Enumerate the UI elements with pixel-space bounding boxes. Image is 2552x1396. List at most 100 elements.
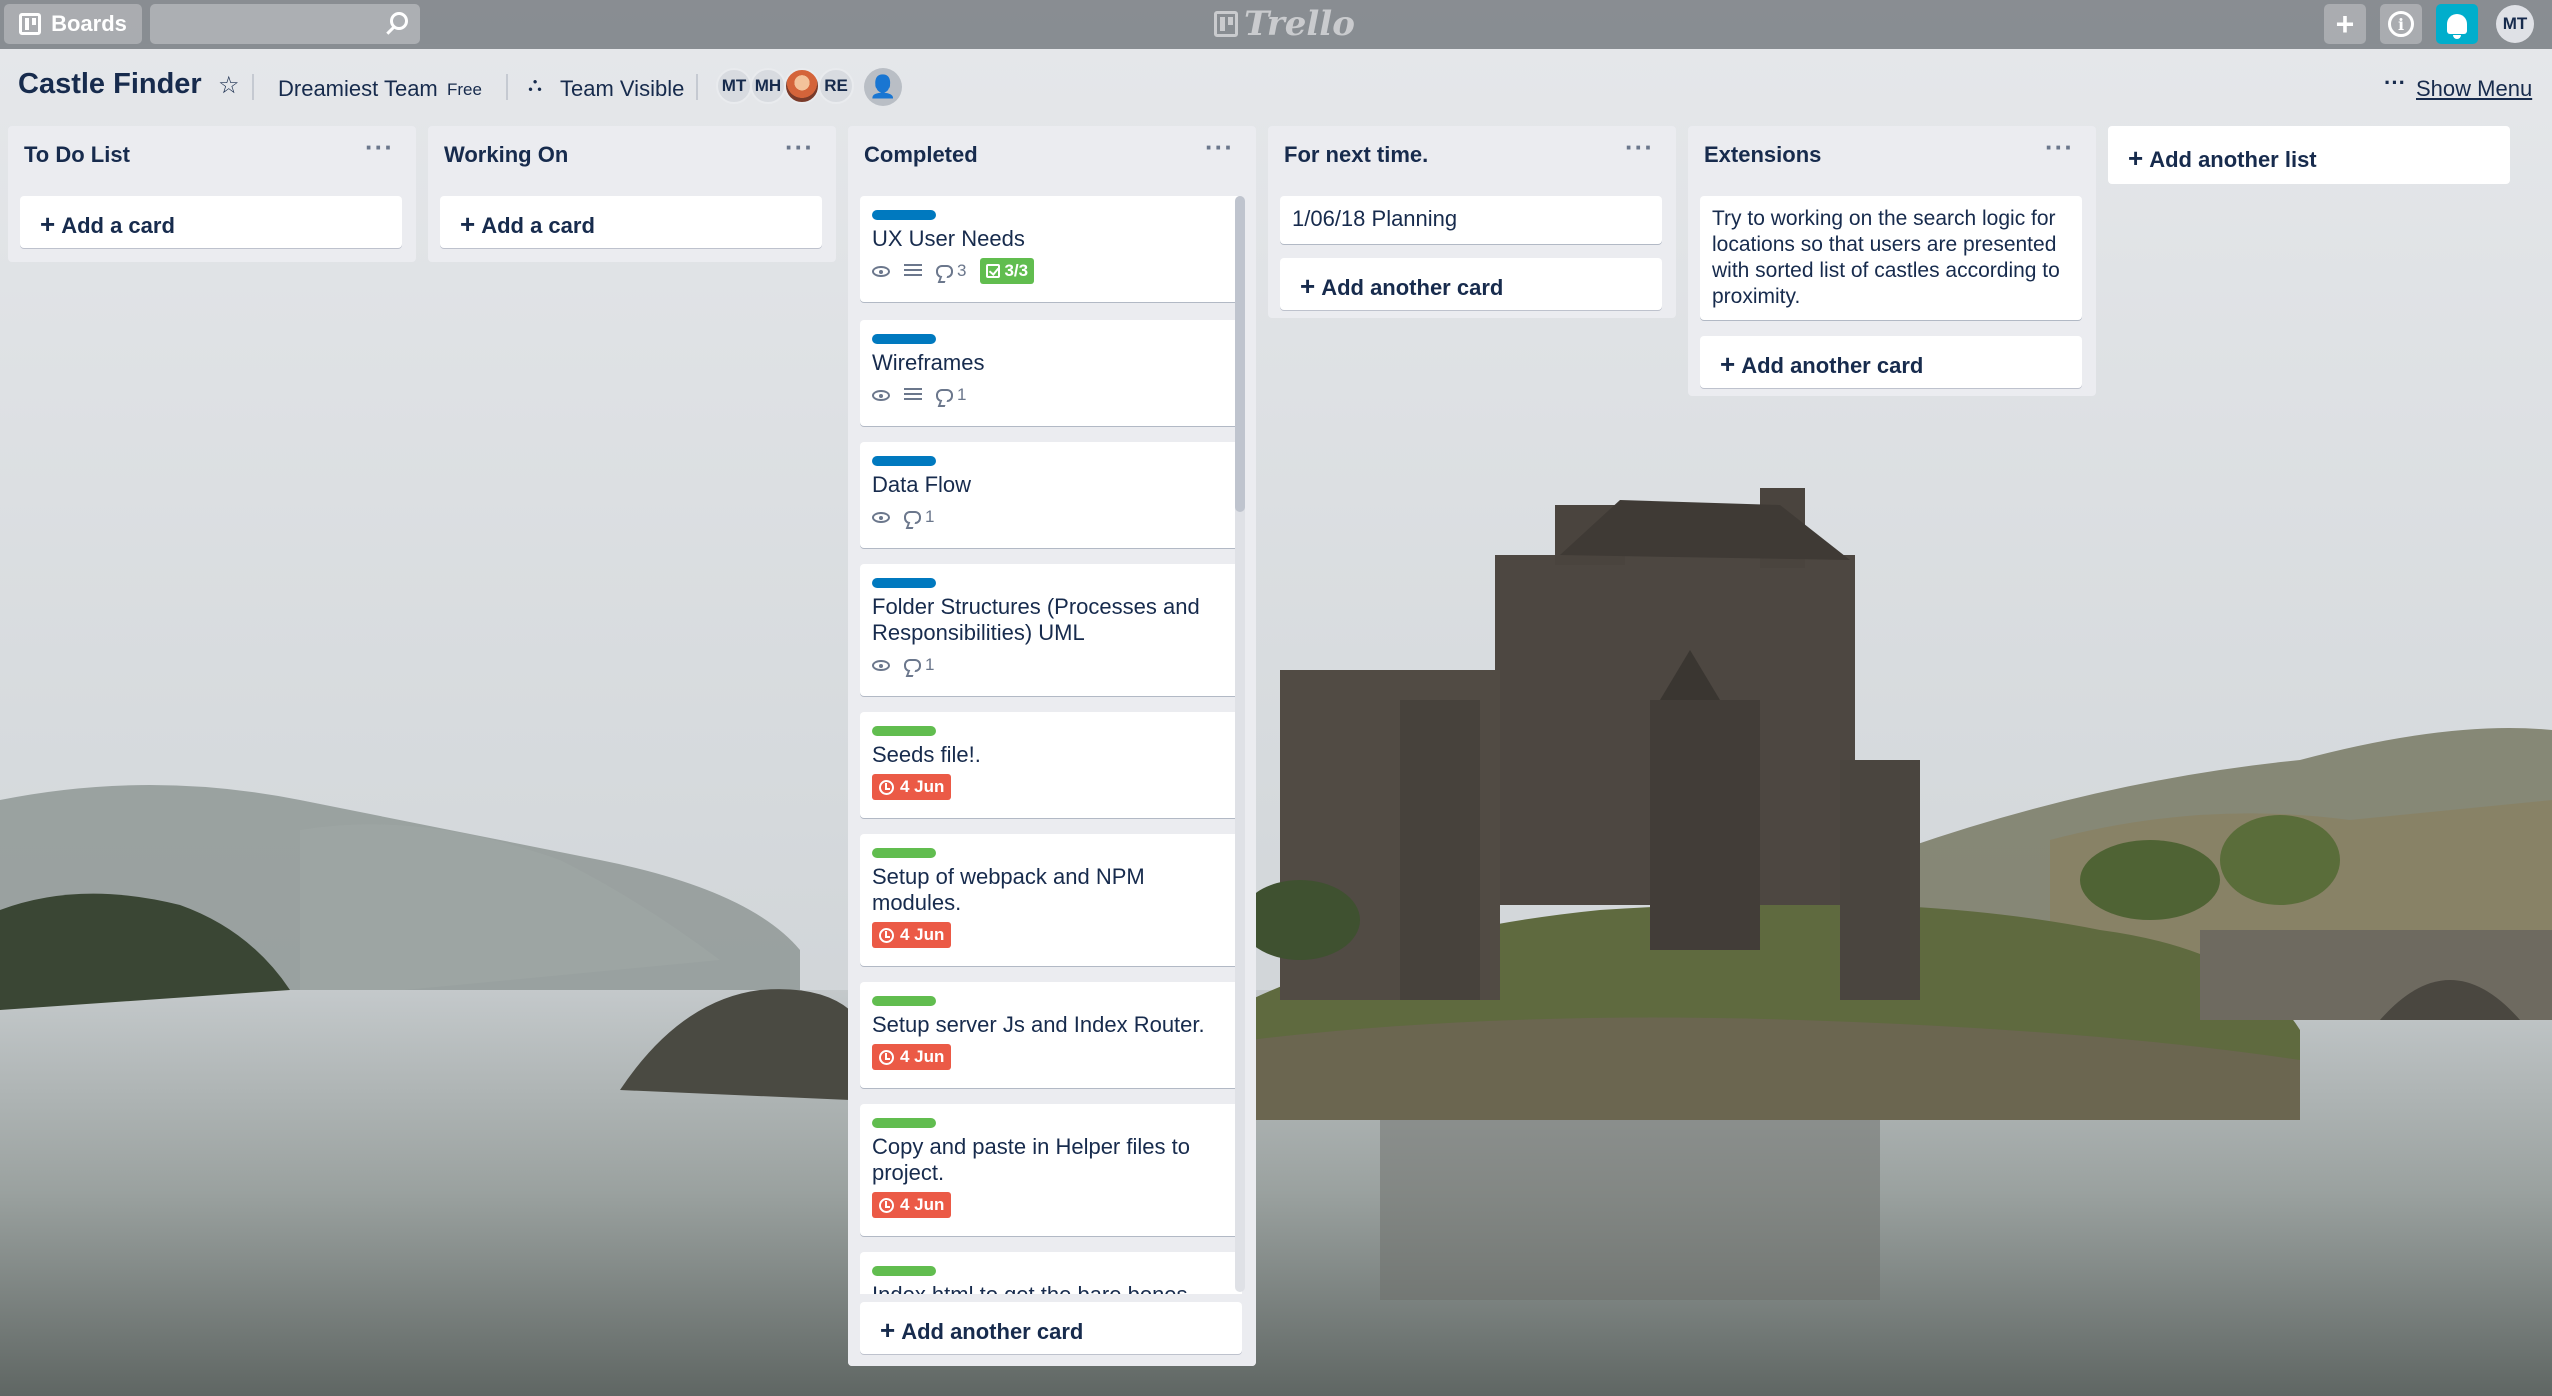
notifications-button[interactable] bbox=[2436, 4, 2478, 44]
clock-icon bbox=[879, 1049, 894, 1065]
team-name[interactable]: Dreamiest Team bbox=[278, 76, 438, 102]
comment-icon bbox=[904, 510, 921, 524]
card[interactable]: Copy and paste in Helper files to projec… bbox=[860, 1104, 1242, 1236]
user-avatar[interactable]: MT bbox=[2496, 5, 2534, 43]
card-label[interactable] bbox=[872, 334, 936, 344]
header-divider bbox=[252, 74, 254, 100]
card[interactable]: Setup of webpack and NPM modules. 4 Jun bbox=[860, 834, 1242, 966]
clock-icon bbox=[879, 927, 894, 943]
due-date: 4 Jun bbox=[900, 925, 945, 944]
info-icon: i bbox=[2388, 11, 2414, 37]
card-label[interactable] bbox=[872, 726, 936, 736]
member-avatar[interactable]: MT bbox=[716, 68, 752, 104]
list-menu-icon[interactable]: ··· bbox=[785, 132, 814, 163]
due-date-badge[interactable]: 4 Jun bbox=[872, 1044, 952, 1070]
card-label[interactable] bbox=[872, 996, 936, 1006]
team-visibility-icon: ⛬ bbox=[528, 74, 542, 96]
due-date-badge[interactable]: 4 Jun bbox=[872, 922, 952, 948]
star-icon[interactable]: ☆ bbox=[218, 71, 240, 100]
add-card-label: Add another card bbox=[1741, 353, 1924, 378]
search-icon[interactable] bbox=[390, 12, 408, 30]
add-card-button[interactable]: + Add another card bbox=[860, 1302, 1242, 1354]
board-header: Castle Finder ☆ Dreamiest Team Free ⛬ Te… bbox=[0, 62, 2552, 114]
plus-icon: + bbox=[40, 209, 56, 239]
search-input[interactable] bbox=[150, 4, 420, 44]
card-title: Try to working on the search logic for l… bbox=[1712, 207, 2060, 308]
board-title[interactable]: Castle Finder bbox=[18, 68, 202, 101]
header-divider bbox=[696, 74, 698, 100]
card[interactable]: Folder Structures (Processes and Respons… bbox=[860, 564, 1242, 696]
card-badges: 1 bbox=[872, 380, 1230, 410]
info-button[interactable]: i bbox=[2380, 4, 2422, 44]
list-menu-icon[interactable]: ··· bbox=[1205, 132, 1234, 163]
due-date: 4 Jun bbox=[900, 777, 945, 796]
add-list-button[interactable]: + Add another list bbox=[2108, 126, 2510, 184]
card-badges: 1 bbox=[872, 502, 1230, 532]
member-avatar-photo[interactable] bbox=[784, 68, 820, 104]
comments-badge: 3 bbox=[936, 261, 966, 281]
add-card-label: Add another card bbox=[1321, 275, 1504, 300]
card[interactable]: 1/06/18 Planning bbox=[1280, 196, 1662, 244]
add-card-button[interactable]: + Add another card bbox=[1700, 336, 2082, 388]
visibility-button[interactable]: Team Visible bbox=[560, 76, 684, 102]
card[interactable]: Try to working on the search logic for l… bbox=[1700, 196, 2082, 320]
card[interactable]: Data Flow 1 bbox=[860, 442, 1242, 548]
add-card-label: Add another card bbox=[901, 1319, 1084, 1344]
comment-count: 1 bbox=[925, 507, 935, 526]
list-title[interactable]: For next time. bbox=[1284, 142, 1428, 168]
add-list-label: Add another list bbox=[2149, 147, 2317, 172]
trello-logo[interactable]: Trello bbox=[1214, 2, 1355, 46]
card-title: UX User Needs bbox=[872, 226, 1025, 251]
card-label[interactable] bbox=[872, 578, 936, 588]
list-footer: + Add another card bbox=[848, 1294, 1256, 1366]
card-label[interactable] bbox=[872, 1266, 936, 1276]
card-label[interactable] bbox=[872, 848, 936, 858]
list-completed: Completed ··· UX User Needs 3 3/3 Wirefr… bbox=[848, 126, 1256, 1366]
card-title: 1/06/18 Planning bbox=[1292, 206, 1458, 231]
description-icon bbox=[904, 388, 922, 402]
list-scrollbar[interactable] bbox=[1235, 196, 1245, 512]
card[interactable]: Wireframes 1 bbox=[860, 320, 1242, 426]
add-member-icon[interactable]: 👤 bbox=[864, 68, 902, 106]
card-label[interactable] bbox=[872, 456, 936, 466]
card-badges: 4 Jun bbox=[872, 1190, 1230, 1220]
card[interactable]: Index.html to get the bare bones bbox=[860, 1252, 1242, 1300]
trello-logo-icon bbox=[1214, 11, 1238, 37]
add-card-label: Add a card bbox=[481, 213, 595, 238]
plus-icon: + bbox=[880, 1315, 896, 1345]
member-avatar[interactable]: RE bbox=[818, 68, 854, 104]
list-title[interactable]: Extensions bbox=[1704, 142, 1821, 168]
card-label[interactable] bbox=[872, 1118, 936, 1128]
boards-icon bbox=[19, 13, 42, 35]
due-date-badge[interactable]: 4 Jun bbox=[872, 1192, 952, 1218]
card-title: Folder Structures (Processes and Respons… bbox=[872, 594, 1200, 645]
card-label[interactable] bbox=[872, 210, 936, 220]
watch-icon bbox=[872, 265, 890, 277]
add-card-button[interactable]: + Add another card bbox=[1280, 258, 1662, 310]
card[interactable]: UX User Needs 3 3/3 bbox=[860, 196, 1242, 302]
show-menu-button[interactable]: Show Menu bbox=[2416, 76, 2532, 102]
member-avatar[interactable]: MH bbox=[750, 68, 786, 104]
watch-icon bbox=[872, 511, 890, 523]
list-title[interactable]: Completed bbox=[864, 142, 978, 168]
list-menu-icon[interactable]: ··· bbox=[2045, 132, 2074, 163]
comment-icon bbox=[936, 388, 953, 402]
list-menu-icon[interactable]: ··· bbox=[1625, 132, 1654, 163]
bell-icon bbox=[2447, 14, 2467, 39]
card[interactable]: Setup server Js and Index Router. 4 Jun bbox=[860, 982, 1242, 1088]
comment-count: 3 bbox=[957, 261, 967, 280]
more-icon[interactable]: ··· bbox=[2384, 70, 2406, 96]
list-title[interactable]: To Do List bbox=[24, 142, 130, 168]
logo-text: Trello bbox=[1244, 4, 1355, 44]
add-card-button[interactable]: + Add a card bbox=[440, 196, 822, 248]
due-date-badge[interactable]: 4 Jun bbox=[872, 774, 952, 800]
boards-button[interactable]: Boards bbox=[4, 4, 142, 44]
list-menu-icon[interactable]: ··· bbox=[365, 132, 394, 163]
create-button[interactable]: + bbox=[2324, 4, 2366, 44]
list-title[interactable]: Working On bbox=[444, 142, 568, 168]
card-title: Copy and paste in Helper files to projec… bbox=[872, 1134, 1190, 1185]
add-card-button[interactable]: + Add a card bbox=[20, 196, 402, 248]
card[interactable]: Seeds file!. 4 Jun bbox=[860, 712, 1242, 818]
plan-badge: Free bbox=[447, 80, 482, 99]
comments-badge: 1 bbox=[936, 385, 966, 405]
